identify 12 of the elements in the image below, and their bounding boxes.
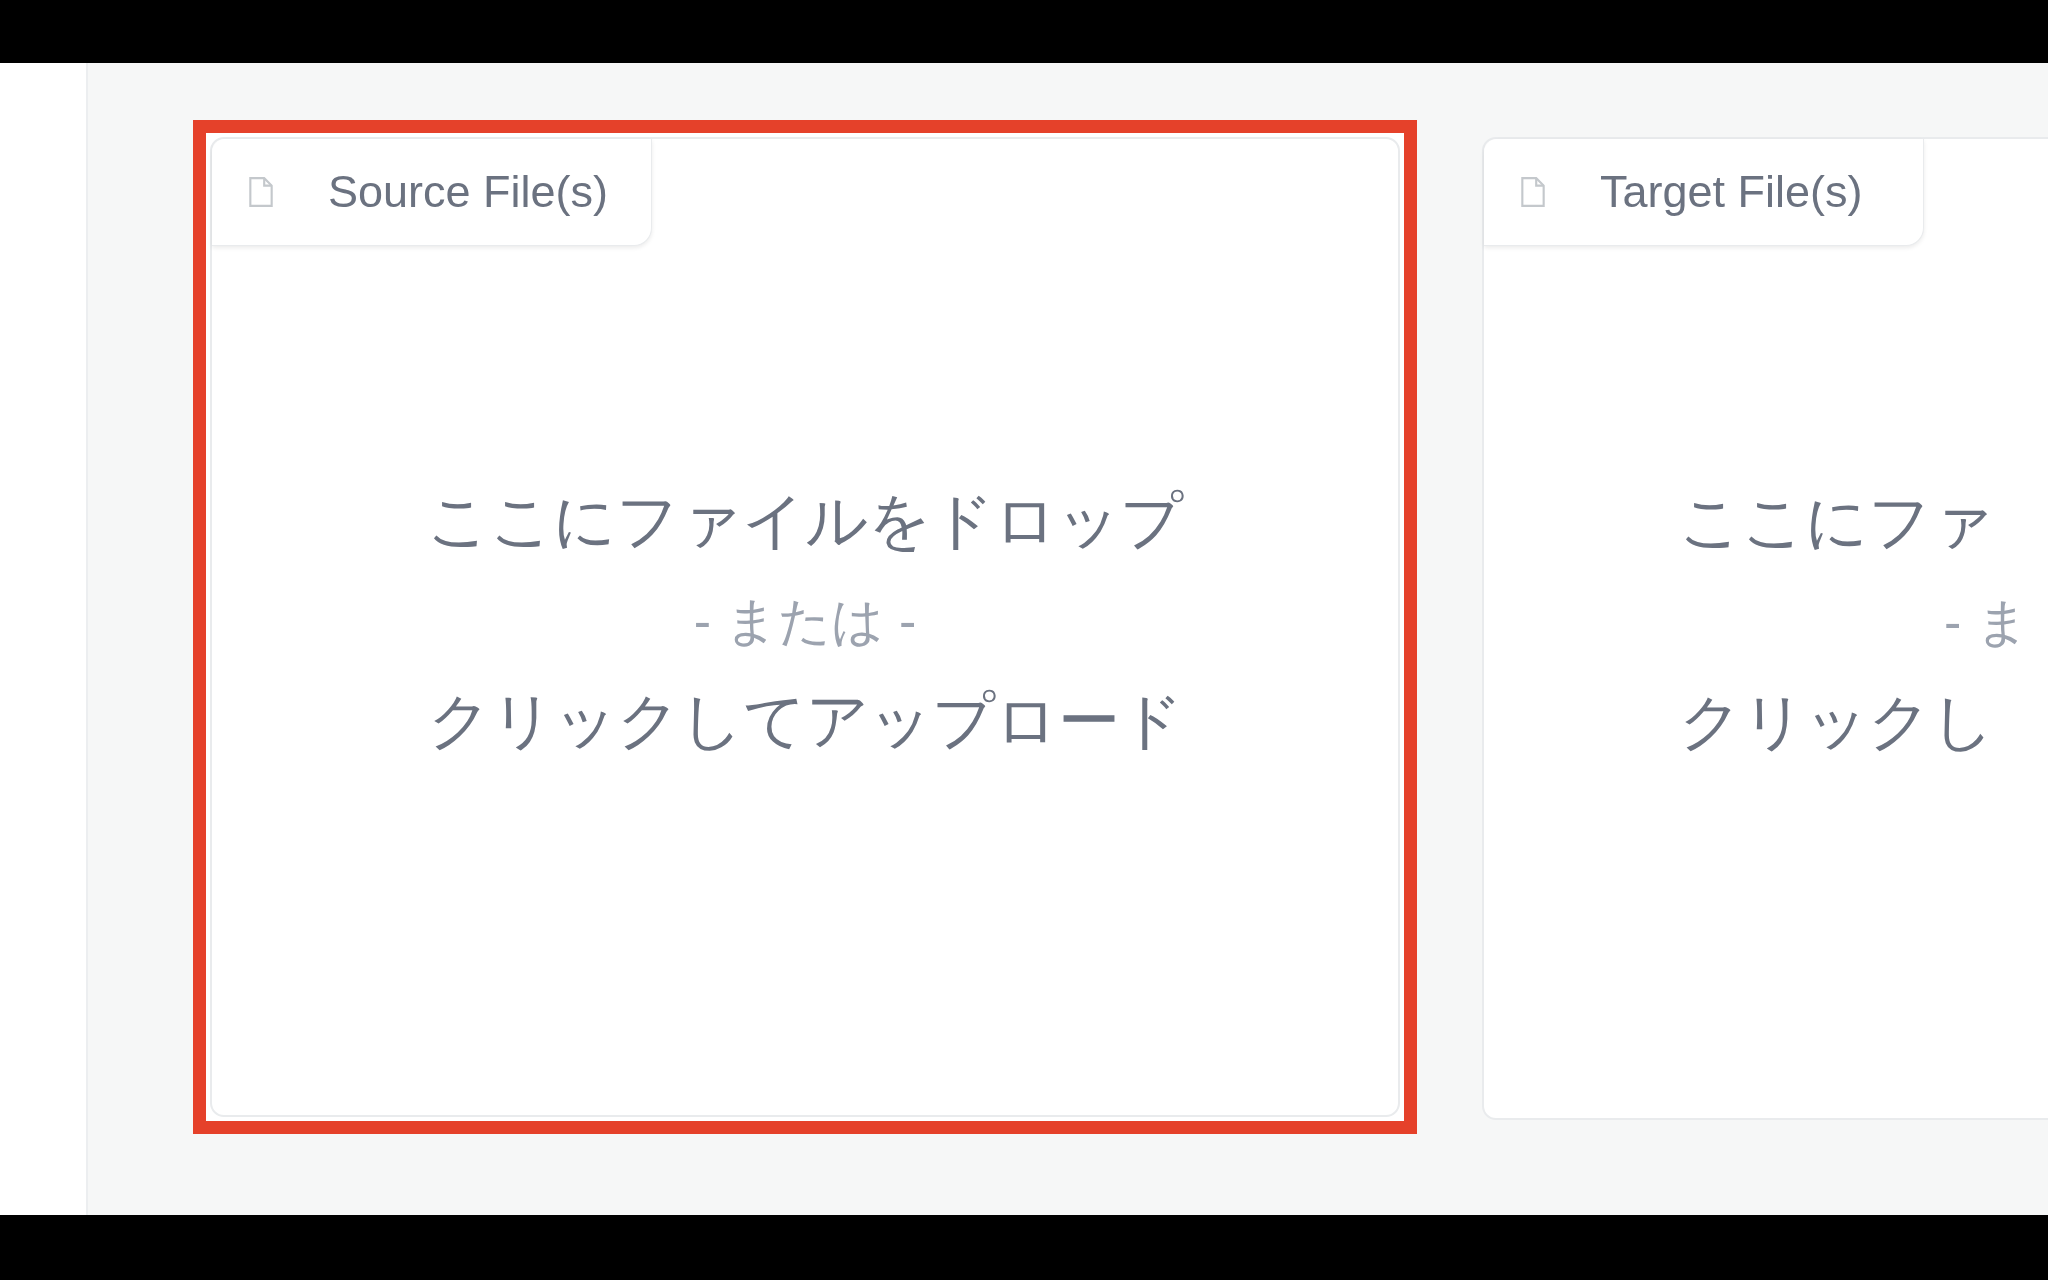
drop-instruction-text: ここにファ bbox=[1679, 486, 1994, 558]
file-icon bbox=[248, 176, 274, 208]
file-drop-zone[interactable]: Target File(s) ここにファ - ま クリックし bbox=[1482, 137, 2048, 1120]
drop-instruction-text: クリックし bbox=[1679, 686, 1994, 758]
or-separator-text: - または - bbox=[693, 590, 917, 652]
file-drop-zone[interactable]: Source File(s) ここにファイルをドロップ - または - クリックしてアップロード bbox=[210, 137, 1400, 1117]
file-icon bbox=[1520, 176, 1546, 208]
file-label: Source File(s) bbox=[328, 165, 609, 220]
file-label: Target File(s) bbox=[1600, 165, 1863, 220]
or-separator-text: - ま bbox=[1944, 592, 2029, 653]
drop-instruction-text: クリックしてアップロード bbox=[427, 684, 1183, 757]
drop-instruction-text: ここにファイルをドロップ bbox=[427, 484, 1183, 557]
